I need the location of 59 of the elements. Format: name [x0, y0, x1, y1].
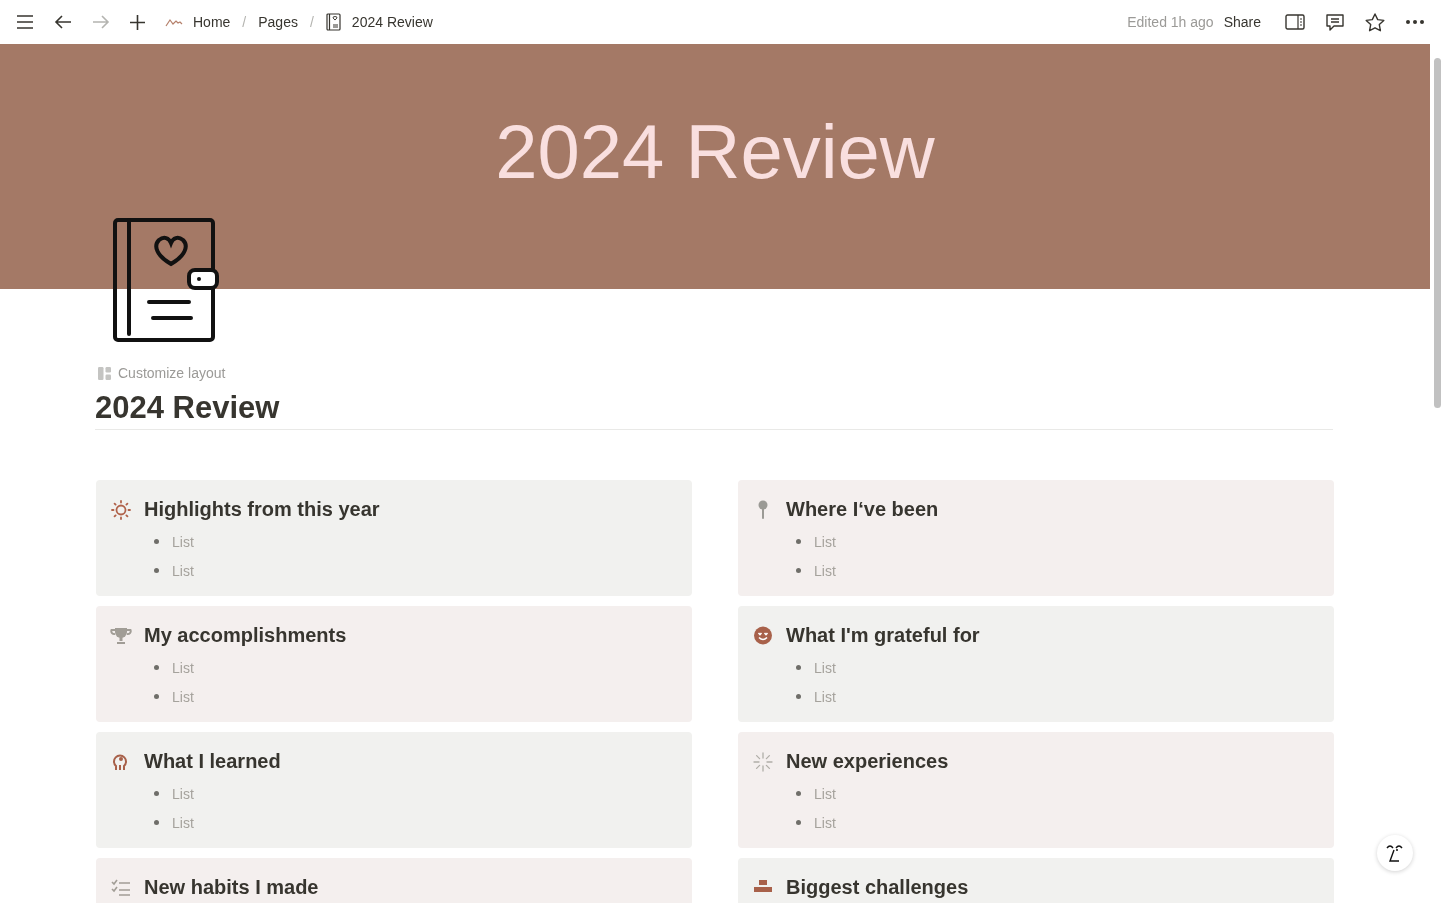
breadcrumb-link[interactable]: 2024 Review [351, 14, 433, 30]
bullet-icon [154, 539, 159, 544]
breadcrumb-link[interactable]: Pages [258, 14, 298, 30]
comment-icon[interactable] [1325, 12, 1345, 32]
star-icon[interactable] [1365, 12, 1385, 32]
bullet-icon [154, 820, 159, 825]
assistant-button[interactable] [1377, 835, 1413, 871]
card-heading: New experiences [786, 750, 949, 773]
list-item-placeholder[interactable]: List [172, 533, 194, 550]
bullet-icon [154, 665, 159, 670]
list-item-placeholder[interactable]: List [172, 785, 194, 802]
sun-icon [110, 499, 132, 520]
scrollbar-thumb[interactable] [1434, 58, 1441, 408]
journal-heart-icon[interactable] [113, 218, 219, 342]
bullet-icon [796, 820, 801, 825]
card-heading: Where I‘ve been [786, 498, 939, 521]
bullet-icon [796, 665, 801, 670]
sidebar-panel-icon[interactable] [1285, 14, 1305, 30]
face-sketch-icon [1385, 842, 1405, 864]
card-heading: New habits I made [144, 876, 319, 899]
share-button[interactable]: Share [1223, 14, 1261, 30]
bullet-icon [796, 539, 801, 544]
list-item-placeholder[interactable]: List [814, 562, 836, 579]
list-item-placeholder[interactable]: List [172, 814, 194, 831]
journal-icon [325, 13, 342, 31]
list-item-placeholder[interactable]: List [172, 659, 194, 676]
list-item-placeholder[interactable]: List [814, 814, 836, 831]
bullet-icon [154, 791, 159, 796]
card-heading: Biggest challenges [786, 876, 969, 899]
more-icon[interactable] [1405, 19, 1425, 25]
checklist-icon [110, 878, 132, 897]
list-item-placeholder[interactable]: List [172, 688, 194, 705]
cover-title: 2024 Review [495, 108, 935, 196]
edited-time: Edited 1h ago [1127, 14, 1214, 30]
card-heading: Highlights from this year [144, 498, 380, 521]
card-heading: My accomplishments [144, 624, 347, 647]
trophy-icon [110, 626, 132, 645]
card-heading: What I'm grateful for [786, 624, 980, 647]
sparkle-icon [752, 751, 774, 772]
bullet-icon [796, 568, 801, 573]
bullet-icon [796, 694, 801, 699]
list-item-placeholder[interactable]: List [814, 533, 836, 550]
breadcrumb-separator: / [242, 14, 247, 30]
breadcrumb-separator: / [309, 14, 314, 30]
add-icon[interactable] [130, 14, 145, 30]
list-item-placeholder[interactable]: List [814, 688, 836, 705]
breadcrumb-link[interactable]: Home [193, 14, 231, 30]
customize-layout-button[interactable]: Customize layout [98, 365, 226, 381]
bullet-icon [796, 791, 801, 796]
bullet-icon [154, 694, 159, 699]
bullet-icon [154, 568, 159, 573]
list-item-placeholder[interactable]: List [814, 785, 836, 802]
list-item-placeholder[interactable]: List [172, 562, 194, 579]
card-heading: What I learned [144, 750, 281, 773]
menu-icon[interactable] [16, 15, 34, 29]
back-arrow-icon[interactable] [54, 15, 72, 29]
list-item-placeholder[interactable]: List [814, 659, 836, 676]
page-title[interactable]: 2024 Review [95, 389, 1333, 430]
layout-icon [98, 366, 111, 380]
